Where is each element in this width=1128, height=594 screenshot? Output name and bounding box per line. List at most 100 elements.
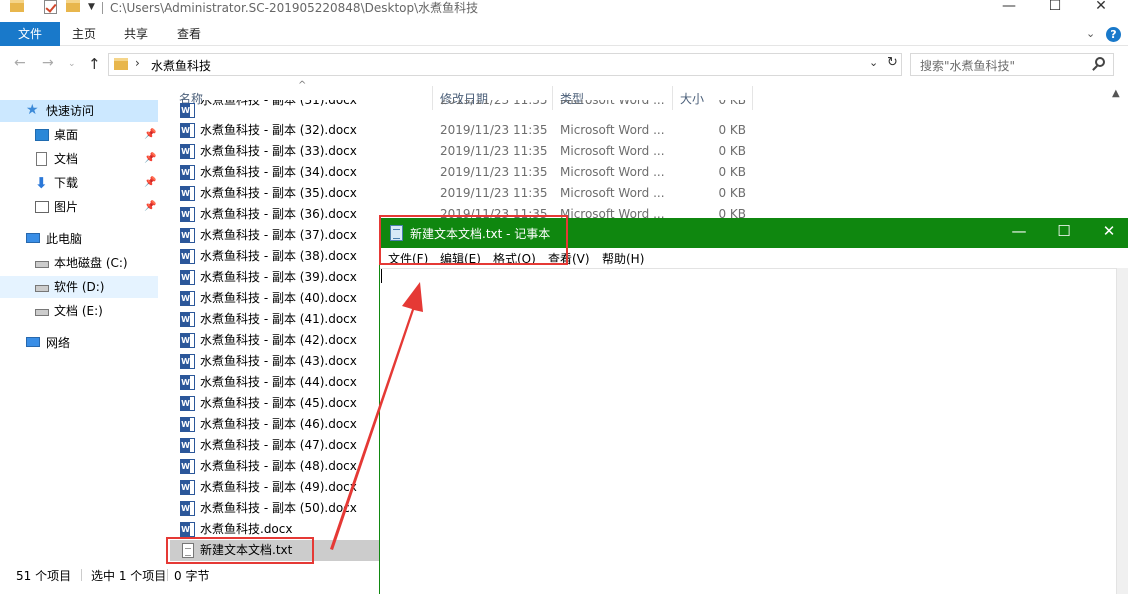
ribbon-tabs: 文件 主页 共享 查看 ⌄ ? (0, 22, 1128, 46)
status-selected-count: 选中 1 个项目 (91, 569, 167, 583)
word-document-icon (180, 165, 195, 180)
file-date: 2019/11/23 11:35 (440, 123, 548, 137)
nav-drive-c[interactable]: 本地磁盘 (C:) (0, 252, 158, 274)
new-folder-icon[interactable] (66, 0, 80, 12)
ribbon-tab-file[interactable]: 文件 (0, 22, 60, 46)
back-button[interactable]: ← (14, 55, 26, 71)
help-icon[interactable]: ? (1106, 27, 1121, 42)
file-row[interactable]: 水煮鱼科技 - 副本 (34).docx 2019/11/23 11:35 Micr… (170, 162, 760, 183)
up-button[interactable]: ↑ (88, 55, 101, 73)
maximize-button[interactable]: ☐ (1032, 0, 1078, 14)
file-name: 水煮鱼科技 - 副本 (37).docx (200, 228, 357, 242)
drive-icon (35, 261, 49, 268)
forward-button[interactable]: → (42, 55, 54, 71)
status-selected-size: 0 字节 (174, 569, 210, 583)
file-name: 水煮鱼科技 - 副本 (42).docx (200, 333, 357, 347)
nav-label: 文档 (E:) (54, 304, 103, 318)
search-input[interactable]: 搜索"水煮鱼科技" (910, 53, 1114, 76)
nav-documents[interactable]: 文档 📌 (0, 148, 158, 170)
word-document-icon (180, 375, 195, 390)
file-date: 2019/11/23 11:35 (440, 186, 548, 200)
notepad-text-area[interactable] (380, 268, 1116, 594)
file-size: 0 KB (718, 100, 746, 107)
divider (167, 569, 168, 581)
file-name: 水煮鱼科技 - 副本 (40).docx (200, 291, 357, 305)
ribbon-tab-home[interactable]: 主页 (72, 22, 96, 46)
breadcrumb-current-folder[interactable]: 水煮鱼科技 (151, 57, 211, 74)
annotation-box-txt-file (166, 537, 314, 564)
file-name: 水煮鱼科技 - 副本 (48).docx (200, 459, 357, 473)
word-document-icon (180, 207, 195, 222)
notepad-scrollbar[interactable] (1116, 268, 1128, 594)
nav-pictures[interactable]: 图片 📌 (0, 196, 158, 218)
annotation-box-notepad-title (379, 215, 568, 265)
expand-ribbon-icon[interactable]: ⌄ (1086, 27, 1095, 40)
file-row[interactable]: 水煮鱼科技 - 副本 (31).docx 2019/11/23 11:35 Micr… (170, 100, 760, 121)
address-bar-row: ← → ⌄ ↑ › 水煮鱼科技 ⌄ ↻ 搜索"水煮鱼科技" (0, 52, 1128, 78)
nav-drive-d[interactable]: 软件 (D:) (0, 276, 158, 298)
ribbon-tab-share[interactable]: 共享 (124, 22, 148, 46)
file-row[interactable]: 水煮鱼科技 - 副本 (32).docx 2019/11/23 11:35 Micr… (170, 120, 760, 141)
file-name: 水煮鱼科技 - 副本 (50).docx (200, 501, 357, 515)
nav-label: 下载 (54, 176, 79, 190)
file-name: 水煮鱼科技 - 副本 (47).docx (200, 438, 357, 452)
word-document-icon (180, 333, 195, 348)
file-name: 水煮鱼科技 - 副本 (33).docx (200, 144, 357, 158)
word-document-icon (180, 123, 195, 138)
nav-label: 文档 (54, 152, 79, 166)
word-document-icon (180, 291, 195, 306)
nav-this-pc[interactable]: 此电脑 (0, 228, 158, 250)
word-document-icon (180, 417, 195, 432)
word-document-icon (180, 396, 195, 411)
file-name: 水煮鱼科技 - 副本 (41).docx (200, 312, 357, 326)
pin-icon: 📌 (144, 201, 157, 212)
file-name: 水煮鱼科技 - 副本 (46).docx (200, 417, 357, 431)
explorer-titlebar[interactable]: ▼ C:\Users\Administrator.SC-201905220848… (0, 0, 1128, 20)
nav-drive-e[interactable]: 文档 (E:) (0, 300, 158, 322)
word-document-icon (180, 312, 195, 327)
nav-desktop[interactable]: 桌面 📌 (0, 124, 158, 146)
minimize-button[interactable]: — (986, 0, 1032, 14)
properties-icon[interactable] (44, 0, 57, 14)
file-size: 0 KB (718, 144, 746, 158)
computer-icon (26, 233, 40, 243)
menu-help[interactable]: 帮助(H) (602, 250, 644, 267)
file-size: 0 KB (718, 186, 746, 200)
folder-icon (10, 0, 24, 12)
file-type: Microsoft Word ... (560, 144, 665, 158)
file-name: 水煮鱼科技 - 副本 (32).docx (200, 123, 357, 137)
nav-downloads[interactable]: ⬇ 下载 📌 (0, 172, 158, 194)
file-name: 水煮鱼科技 - 副本 (43).docx (200, 354, 357, 368)
address-box[interactable]: › 水煮鱼科技 ⌄ ↻ (108, 53, 902, 76)
nav-label: 软件 (D:) (54, 280, 105, 294)
nav-label: 此电脑 (46, 232, 83, 246)
file-name: 水煮鱼科技 - 副本 (49).docx (200, 480, 357, 494)
notepad-minimize-button[interactable]: — (996, 222, 1042, 240)
file-size: 0 KB (718, 165, 746, 179)
search-icon[interactable] (1095, 57, 1105, 67)
ribbon-tab-view[interactable]: 查看 (177, 22, 201, 46)
breadcrumb-separator[interactable]: › (135, 56, 140, 70)
notepad-maximize-button[interactable]: ☐ (1041, 222, 1087, 240)
notepad-close-button[interactable]: ✕ (1086, 222, 1128, 240)
close-button[interactable]: ✕ (1078, 0, 1124, 14)
recent-locations-icon[interactable]: ⌄ (68, 59, 76, 69)
file-row[interactable]: 水煮鱼科技 - 副本 (33).docx 2019/11/23 11:35 Micr… (170, 141, 760, 162)
address-dropdown-icon[interactable]: ⌄ (869, 56, 878, 69)
quick-access-dropdown-icon[interactable]: ▼ (88, 2, 95, 18)
file-name: 水煮鱼科技 - 副本 (44).docx (200, 375, 357, 389)
file-type: Microsoft Word ... (560, 123, 665, 137)
file-name: 水煮鱼科技 - 副本 (31).docx (200, 100, 357, 107)
scroll-up-button[interactable]: ▲ (1112, 88, 1120, 99)
word-document-icon (180, 459, 195, 474)
file-date: 2019/11/23 11:35 (440, 100, 548, 107)
navigation-pane: ★ 快速访问 桌面 📌 文档 📌 ⬇ 下载 📌 图片 📌 此电脑 本地磁盘 (C… (0, 84, 160, 562)
refresh-button[interactable]: ↻ (887, 55, 898, 70)
nav-network[interactable]: 网络 (0, 332, 158, 354)
word-document-icon (180, 438, 195, 453)
file-type: Microsoft Word ... (560, 186, 665, 200)
file-row[interactable]: 水煮鱼科技 - 副本 (35).docx 2019/11/23 11:35 Micr… (170, 183, 760, 204)
nav-quick-access[interactable]: ★ 快速访问 (0, 100, 158, 122)
documents-icon (36, 152, 47, 166)
divider (102, 2, 103, 14)
